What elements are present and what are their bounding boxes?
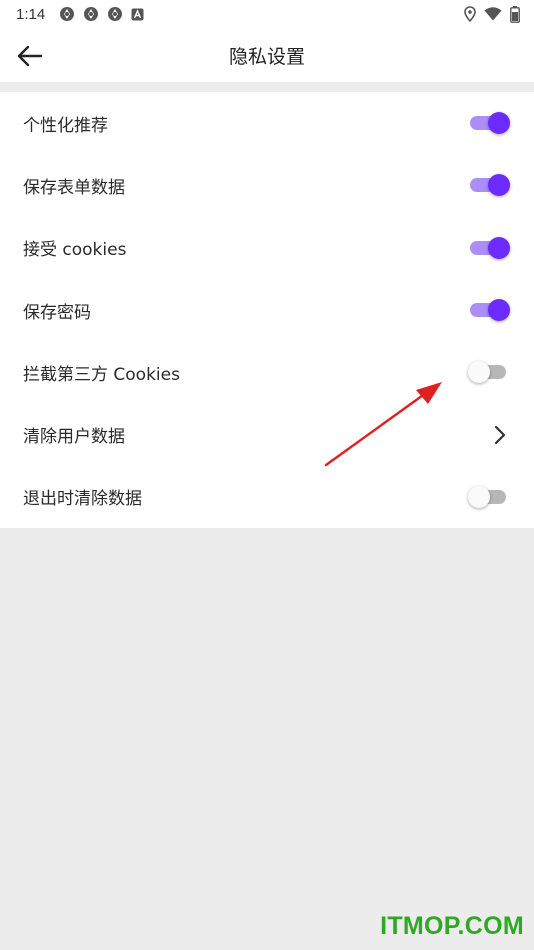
setting-label: 保存表单数据 xyxy=(23,177,125,198)
save-form-data-switch[interactable] xyxy=(470,173,510,197)
setting-label: 接受 cookies xyxy=(23,240,127,261)
switch-thumb xyxy=(488,299,510,322)
setting-label: 个性化推荐 xyxy=(23,115,108,136)
save-passwords-switch[interactable] xyxy=(470,298,510,322)
back-button[interactable] xyxy=(12,38,48,74)
personalized-recommendation-switch[interactable] xyxy=(470,111,510,135)
accept-cookies-switch[interactable] xyxy=(470,236,510,260)
switch-thumb xyxy=(468,485,490,508)
setting-row-clear-data-on-exit[interactable]: 退出时清除数据 xyxy=(0,466,534,528)
page-title: 隐私设置 xyxy=(228,45,305,68)
setting-row-save-form-data[interactable]: 保存表单数据 xyxy=(0,154,534,216)
status-bar: 1:14 xyxy=(0,0,534,28)
wifi-icon xyxy=(484,7,502,21)
sync-icon xyxy=(83,6,99,22)
section-divider xyxy=(0,82,534,92)
setting-row-clear-user-data[interactable]: 清除用户数据 xyxy=(0,403,534,465)
status-right xyxy=(464,5,520,23)
switch-thumb xyxy=(488,236,510,259)
setting-row-save-passwords[interactable]: 保存密码 xyxy=(0,279,534,341)
sync-icon xyxy=(107,6,123,22)
block-third-party-cookies-switch[interactable] xyxy=(468,360,510,384)
setting-row-accept-cookies[interactable]: 接受 cookies xyxy=(0,217,534,279)
switch-thumb xyxy=(468,361,490,384)
switch-thumb xyxy=(488,174,510,197)
sync-icon xyxy=(59,6,75,22)
setting-label: 退出时清除数据 xyxy=(23,489,142,510)
setting-label: 清除用户数据 xyxy=(23,427,125,448)
battery-icon xyxy=(510,5,520,23)
switch-thumb xyxy=(488,112,510,135)
watermark: ITMOP.COM xyxy=(380,912,524,940)
chevron-right-icon xyxy=(490,423,510,447)
arrow-left-icon xyxy=(17,45,43,67)
setting-label: 拦截第三方 Cookies xyxy=(23,364,180,385)
setting-row-personalized-recommendation[interactable]: 个性化推荐 xyxy=(0,92,534,154)
a-badge-icon xyxy=(131,8,144,21)
app-bar: 隐私设置 xyxy=(0,28,534,82)
status-left: 1:14 xyxy=(16,6,144,23)
settings-list: 个性化推荐 保存表单数据 接受 cookies 保存密码 拦截第三方 Cooki… xyxy=(0,92,534,529)
location-icon xyxy=(464,6,476,22)
status-time: 1:14 xyxy=(16,5,46,23)
clear-data-on-exit-switch[interactable] xyxy=(468,485,510,509)
setting-label: 保存密码 xyxy=(23,302,91,323)
setting-row-block-third-party-cookies[interactable]: 拦截第三方 Cookies xyxy=(0,341,534,403)
